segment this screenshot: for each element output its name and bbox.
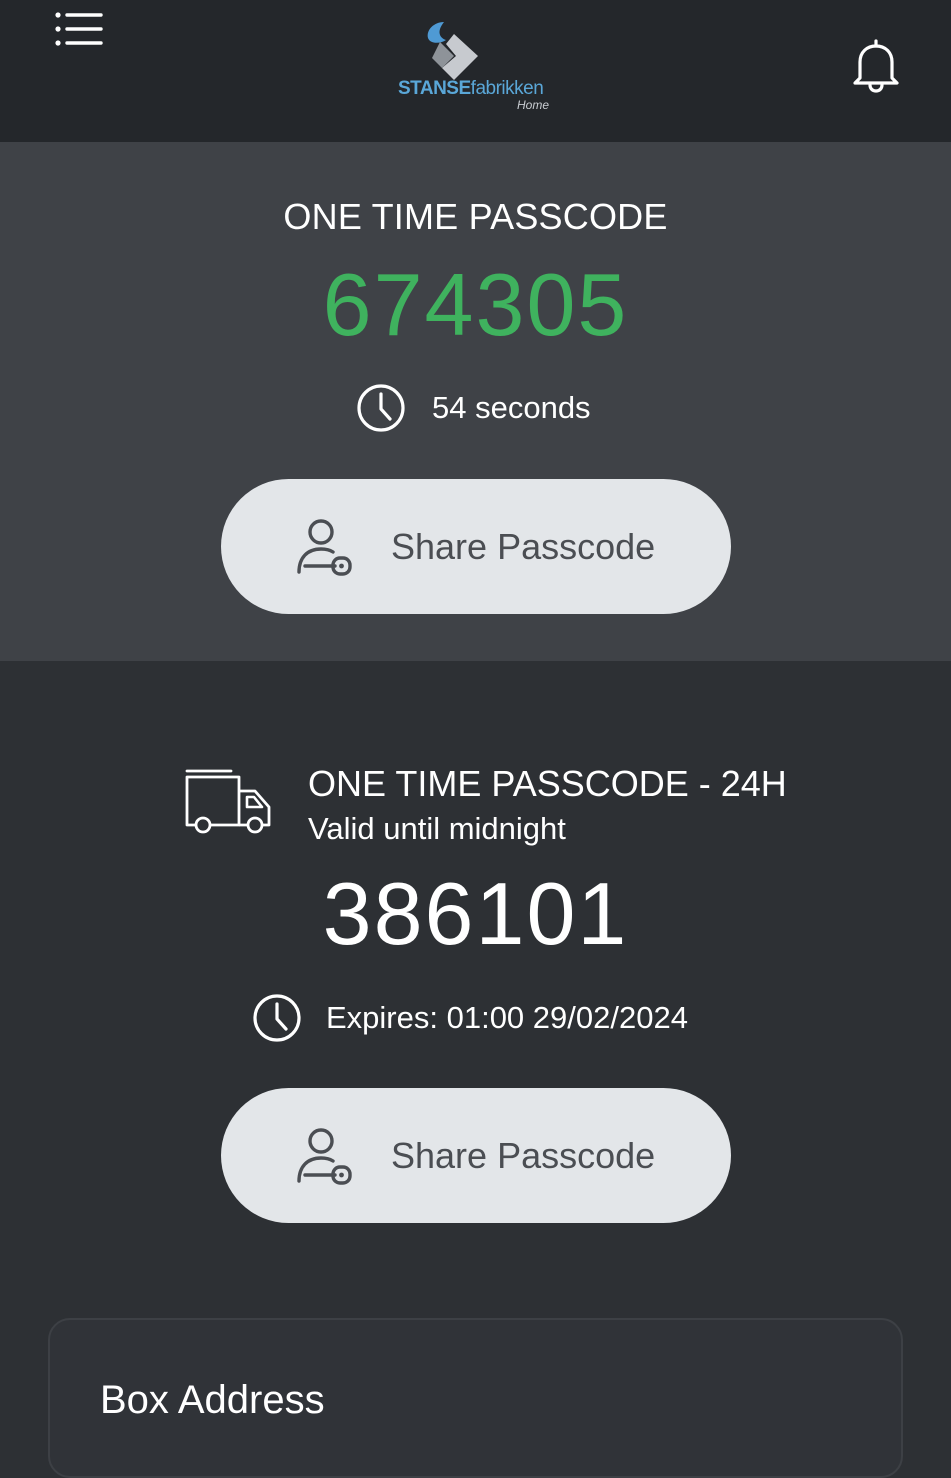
one-time-passcode-panel: ONE TIME PASSCODE 674305 54 seconds Shar… bbox=[0, 142, 951, 661]
clock-icon bbox=[357, 384, 405, 432]
logo-brand-bold: STANSE bbox=[398, 78, 471, 99]
logo-mark-icon bbox=[427, 22, 478, 80]
share-passcode-label: Share Passcode bbox=[391, 525, 656, 567]
otp-timer: 54 seconds bbox=[356, 382, 591, 434]
logo-wordmark: STANSEfabrikken bbox=[398, 78, 544, 100]
share-daily-passcode-button[interactable]: Share Passcode bbox=[221, 1088, 731, 1223]
share-daily-passcode-label: Share Passcode bbox=[391, 1134, 656, 1176]
daily-passcode-panel: ONE TIME PASSCODE - 24H Valid until midn… bbox=[0, 661, 951, 1478]
app-header: STANSEfabrikken Home bbox=[0, 0, 951, 142]
otp-timer-text: 54 seconds bbox=[432, 390, 591, 425]
notifications-button[interactable] bbox=[852, 38, 900, 94]
user-key-icon bbox=[297, 518, 352, 576]
daily-passcode-expiry: Expires: 01:00 29/02/2024 bbox=[252, 992, 688, 1044]
box-address-title: Box Address bbox=[100, 1378, 325, 1422]
logo-subtitle: Home bbox=[517, 98, 550, 112]
delivery-truck-icon bbox=[183, 769, 275, 835]
daily-passcode-title: ONE TIME PASSCODE - 24H bbox=[308, 763, 787, 804]
bell-icon bbox=[853, 39, 899, 93]
otp-title: ONE TIME PASSCODE bbox=[283, 196, 668, 237]
daily-passcode-subtitle: Valid until midnight bbox=[308, 811, 566, 846]
brand-logo[interactable]: STANSEfabrikken Home bbox=[396, 12, 556, 114]
box-address-card[interactable]: Box Address bbox=[48, 1318, 903, 1478]
logo-brand-light: fabrikken bbox=[470, 78, 544, 99]
expires-text: Expires: 01:00 29/02/2024 bbox=[326, 1000, 688, 1035]
daily-passcode-code: 386101 bbox=[322, 864, 629, 963]
otp-code: 674305 bbox=[322, 255, 629, 354]
list-menu-icon bbox=[55, 12, 103, 46]
menu-button[interactable] bbox=[54, 10, 104, 50]
user-key-icon bbox=[297, 1127, 352, 1185]
share-passcode-button[interactable]: Share Passcode bbox=[221, 479, 731, 614]
clock-icon bbox=[253, 994, 301, 1042]
